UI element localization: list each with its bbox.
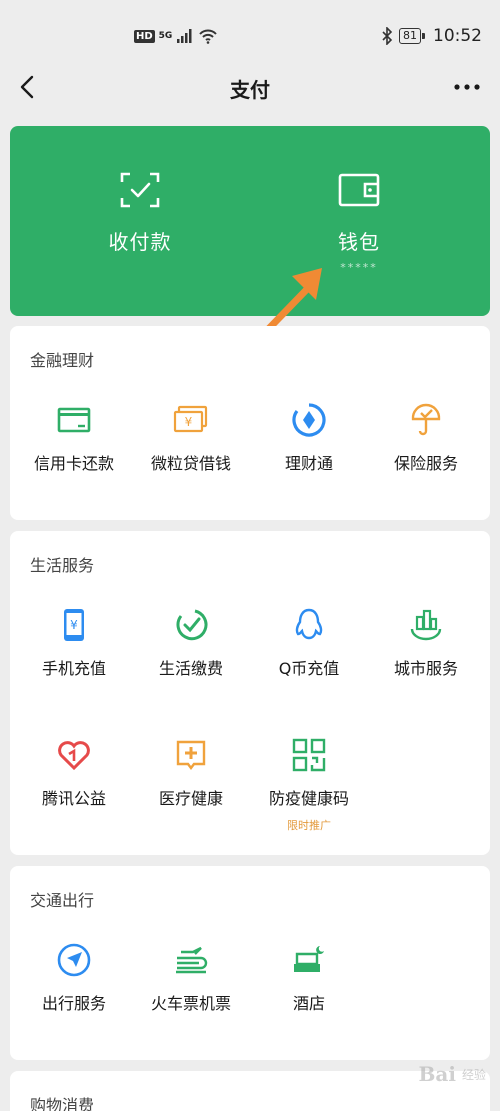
grid-item-label: 信用卡还款: [33, 454, 114, 473]
grid-item-utility-bills[interactable]: 生活缴费: [131, 607, 251, 679]
page-title: 支付: [230, 78, 270, 102]
grid-item-label: 手机充值: [41, 659, 106, 678]
promo-badge: 限时推广: [287, 819, 331, 832]
grid-item-health-code[interactable]: 防疫健康码 限时推广: [249, 737, 369, 833]
grid-item-label: 火车票机票: [150, 994, 231, 1013]
wifi-icon: [199, 29, 218, 44]
grid-item-mobile-topup[interactable]: ¥ 手机充值: [14, 607, 134, 679]
scan-check-icon: [120, 172, 160, 208]
bluetooth-icon: [382, 27, 393, 45]
signal-icon: [177, 29, 192, 43]
wealth-icon: [292, 403, 326, 437]
section-finance: 金融理财 信用卡还款 ¥ 微粒贷借钱 理财通 保险服务: [10, 326, 490, 520]
more-horizontal-icon[interactable]: [452, 72, 482, 102]
section-title: 生活服务: [30, 556, 95, 575]
grid-item-insurance[interactable]: 保险服务: [366, 402, 486, 474]
section-title: 交通出行: [30, 891, 95, 910]
grid-item-label: 酒店: [292, 994, 325, 1013]
watermark: Bai 经验: [419, 1062, 486, 1086]
grid-item-credit-card[interactable]: 信用卡还款: [14, 402, 134, 474]
grid-item-label: 微粒贷借钱: [150, 454, 231, 473]
grid-item-label: 防疫健康码: [268, 789, 349, 808]
section-title: 金融理财: [30, 351, 95, 370]
collect-pay-label: 收付款: [108, 230, 172, 254]
phone-yen-icon: ¥: [64, 609, 84, 641]
qr-code-icon: [292, 738, 326, 772]
svg-text:¥: ¥: [185, 415, 193, 429]
grid-item-label: 保险服务: [393, 454, 458, 473]
grid-item-label: 出行服务: [41, 994, 106, 1013]
grid-item-train-flight[interactable]: 火车票机票: [131, 942, 251, 1014]
grid-item-label: 医疗健康: [158, 789, 223, 808]
grid-item-label: 生活缴费: [158, 659, 223, 678]
grid-item-city-services[interactable]: 城市服务: [366, 607, 486, 679]
battery-level: 81: [399, 28, 425, 44]
city-icon: [410, 609, 442, 641]
grid-item-tencent-charity[interactable]: 腾讯公益: [14, 737, 134, 809]
grid-item-qcoin[interactable]: Q币充值: [249, 607, 369, 679]
wallet-button[interactable]: 钱包 *****: [279, 170, 439, 274]
grid-item-label: 城市服务: [393, 659, 458, 678]
hd-badge: HD: [134, 29, 155, 43]
medical-plus-icon: [176, 740, 206, 770]
grid-item-mobility[interactable]: 出行服务: [14, 942, 134, 1014]
section-life-services: 生活服务 ¥ 手机充值 生活缴费 Q币充值 城市服务 腾讯公益 医疗健康 防疫健…: [10, 531, 490, 855]
check-circle-icon: [176, 609, 208, 641]
penguin-icon: [295, 608, 323, 640]
grid-item-licaitong[interactable]: 理财通: [249, 402, 369, 474]
grid-item-hotel[interactable]: 酒店: [249, 942, 369, 1014]
clock: 10:52: [433, 26, 482, 46]
wallet-label: 钱包: [338, 230, 380, 254]
svg-text:¥: ¥: [70, 618, 78, 632]
signal-indicators: HD 5G: [134, 28, 218, 44]
nav-bar: 支付: [0, 62, 500, 114]
network-type: 5G: [158, 30, 173, 41]
heart-icon: [58, 741, 90, 771]
grid-item-medical[interactable]: 医疗健康: [131, 737, 251, 809]
status-right: 81 10:52: [381, 26, 482, 46]
section-title: 购物消费: [30, 1096, 95, 1111]
bed-icon: [294, 946, 324, 972]
grid-item-label: 理财通: [284, 454, 333, 473]
grid-item-label: Q币充值: [278, 659, 340, 678]
credit-card-icon: [57, 407, 91, 433]
watermark-logo: Bai: [418, 1062, 456, 1086]
navigation-icon: [57, 943, 91, 977]
watermark-sub: 经验: [461, 1067, 486, 1082]
section-transport: 交通出行 出行服务 火车票机票 酒店: [10, 866, 490, 1060]
yen-bill-icon: ¥: [173, 405, 208, 433]
wallet-icon: [338, 173, 380, 207]
grid-item-label: 腾讯公益: [41, 789, 106, 808]
grid-item-weilidai[interactable]: ¥ 微粒贷借钱: [131, 402, 251, 474]
umbrella-icon: [411, 403, 441, 436]
train-plane-icon: [176, 946, 208, 974]
collect-pay-button[interactable]: 收付款: [60, 170, 220, 255]
